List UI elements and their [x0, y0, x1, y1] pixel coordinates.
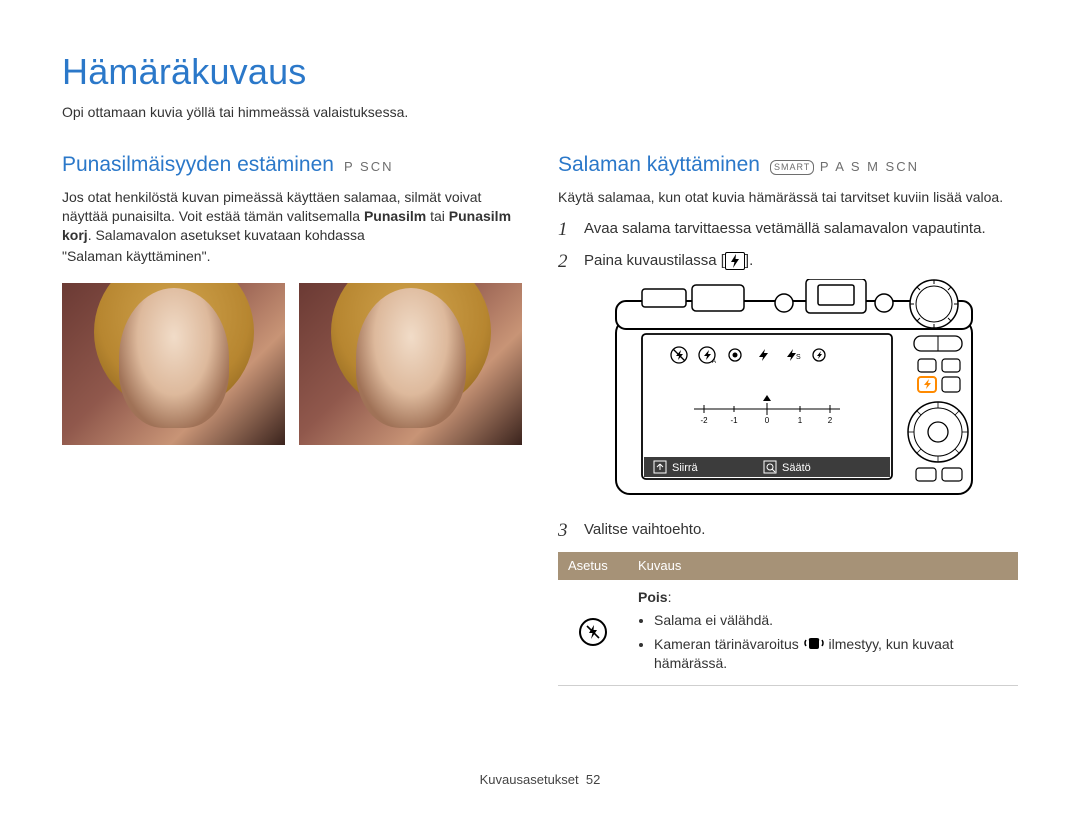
heading-right: Salaman käyttäminen SMART P A S M SCN: [558, 151, 1018, 179]
step-2: Paina kuvaustilassa [ ].: [558, 251, 1018, 504]
left-paragraph: Jos otat henkilöstä kuvan pimeässä käytt…: [62, 188, 522, 245]
flash-off-icon: [579, 618, 607, 646]
svg-text:-1: -1: [730, 416, 738, 425]
step-2-before: Paina kuvaustilassa [: [584, 252, 725, 269]
cell-desc-off: Pois: Salama ei välähdä. Kameran tärinäv…: [628, 580, 1018, 685]
svg-text:A: A: [712, 359, 716, 365]
flash-button-icon: [725, 252, 745, 270]
svg-text:0: 0: [765, 416, 770, 425]
cell-icon-off: [558, 580, 628, 685]
svg-text:S: S: [796, 354, 801, 361]
col-left: Punasilmäisyyden estäminen P SCN Jos ota…: [62, 151, 522, 685]
step-2-after: ].: [745, 252, 753, 269]
sample-photo-redeye: [62, 283, 285, 445]
page-footer: Kuvausasetukset 52: [0, 771, 1080, 789]
modes-right: SMART P A S M SCN: [770, 158, 919, 176]
bullet-no-flash: Salama ei välähdä.: [654, 611, 1008, 630]
camera-shake-icon: [803, 634, 825, 652]
step-1: Avaa salama tarvittaessa vetämällä salam…: [558, 219, 1018, 239]
col-right: Salaman käyttäminen SMART P A S M SCN Kä…: [558, 151, 1018, 685]
bullet2-before: Kameran tärinävaroitus: [654, 636, 803, 652]
modes-right-letters: P A S M SCN: [820, 159, 919, 174]
heading-left: Punasilmäisyyden estäminen P SCN: [62, 151, 522, 179]
table-row: Pois: Salama ei välähdä. Kameran tärinäv…: [558, 580, 1018, 685]
screen-move-label: Siirrä: [672, 462, 699, 474]
th-description: Kuvaus: [628, 552, 1018, 580]
left-quoted-line: "Salaman käyttäminen".: [62, 247, 522, 266]
svg-text:-2: -2: [700, 416, 708, 425]
footer-section: Kuvausasetukset: [480, 772, 579, 787]
page-subtitle: Opi ottamaan kuvia yöllä tai himmeässä v…: [62, 103, 1018, 122]
camera-illustration: A S: [584, 279, 1018, 504]
page-title: Hämäräkuvaus: [62, 48, 1018, 97]
footer-page-number: 52: [586, 772, 600, 787]
svg-text:1: 1: [798, 416, 803, 425]
strong-redeye: Punasilm: [364, 208, 426, 224]
row-label-off: Pois: [638, 589, 668, 605]
heading-left-text: Punasilmäisyyden estäminen: [62, 151, 334, 179]
smart-mode-icon: SMART: [770, 160, 814, 174]
screen-adjust-label: Säätö: [782, 462, 811, 474]
step-3: Valitse vaihtoehto.: [558, 520, 1018, 540]
heading-right-text: Salaman käyttäminen: [558, 151, 760, 179]
left-para-2: tai: [426, 208, 449, 224]
options-table: Asetus Kuvaus: [558, 552, 1018, 685]
right-paragraph: Käytä salamaa, kun otat kuvia hämärässä …: [558, 188, 1018, 207]
modes-left: P SCN: [344, 158, 394, 176]
steps-list: Avaa salama tarvittaessa vetämällä salam…: [558, 219, 1018, 541]
bullet-shake-warning: Kameran tärinävaroitus ilmestyy, kun kuv…: [654, 634, 1008, 673]
svg-text:2: 2: [828, 416, 833, 425]
left-para-3: . Salamavalon asetukset kuvataan kohdass…: [88, 227, 365, 243]
photo-pair: [62, 283, 522, 445]
sample-photo-corrected: [299, 283, 522, 445]
th-setting: Asetus: [558, 552, 628, 580]
